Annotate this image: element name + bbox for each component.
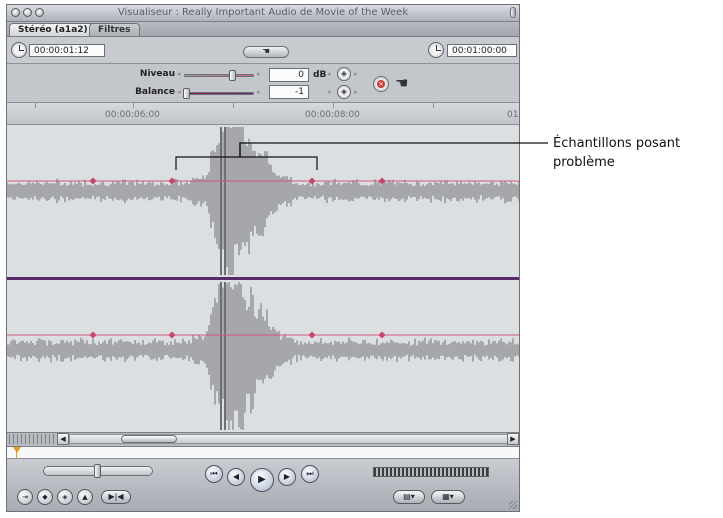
- callout-label: Échantillons posant problème: [553, 136, 681, 170]
- callout-leader-line: [239, 142, 548, 157]
- bracket-line: [175, 156, 318, 170]
- callout-overlay: [175, 142, 548, 170]
